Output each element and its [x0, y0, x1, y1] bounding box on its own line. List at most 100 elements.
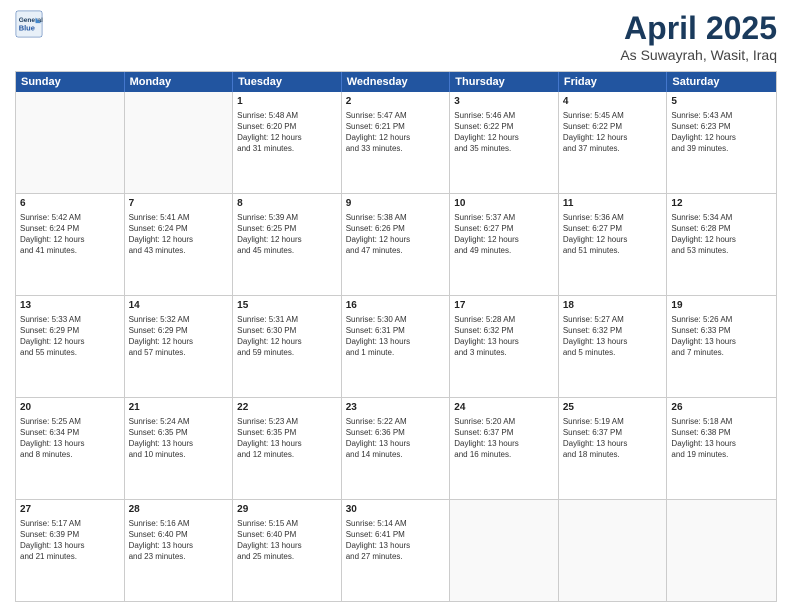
day-info: Sunrise: 5:20 AM Sunset: 6:37 PM Dayligh… [454, 416, 554, 461]
calendar-cell: 25Sunrise: 5:19 AM Sunset: 6:37 PM Dayli… [559, 398, 668, 499]
calendar-cell: 12Sunrise: 5:34 AM Sunset: 6:28 PM Dayli… [667, 194, 776, 295]
calendar-week: 13Sunrise: 5:33 AM Sunset: 6:29 PM Dayli… [16, 296, 776, 398]
day-info: Sunrise: 5:23 AM Sunset: 6:35 PM Dayligh… [237, 416, 337, 461]
calendar-cell-empty [450, 500, 559, 601]
day-info: Sunrise: 5:32 AM Sunset: 6:29 PM Dayligh… [129, 314, 229, 359]
main-title: April 2025 [620, 10, 777, 47]
calendar-cell: 10Sunrise: 5:37 AM Sunset: 6:27 PM Dayli… [450, 194, 559, 295]
calendar-header-cell: Tuesday [233, 72, 342, 92]
day-number: 25 [563, 401, 663, 415]
calendar-cell: 20Sunrise: 5:25 AM Sunset: 6:34 PM Dayli… [16, 398, 125, 499]
title-block: April 2025 As Suwayrah, Wasit, Iraq [620, 10, 777, 63]
calendar-cell: 19Sunrise: 5:26 AM Sunset: 6:33 PM Dayli… [667, 296, 776, 397]
svg-text:Blue: Blue [19, 24, 35, 33]
day-number: 26 [671, 401, 772, 415]
day-info: Sunrise: 5:41 AM Sunset: 6:24 PM Dayligh… [129, 212, 229, 257]
day-info: Sunrise: 5:33 AM Sunset: 6:29 PM Dayligh… [20, 314, 120, 359]
day-info: Sunrise: 5:18 AM Sunset: 6:38 PM Dayligh… [671, 416, 772, 461]
calendar-cell: 18Sunrise: 5:27 AM Sunset: 6:32 PM Dayli… [559, 296, 668, 397]
day-number: 17 [454, 299, 554, 313]
day-number: 4 [563, 95, 663, 109]
day-info: Sunrise: 5:34 AM Sunset: 6:28 PM Dayligh… [671, 212, 772, 257]
calendar-header-cell: Thursday [450, 72, 559, 92]
day-number: 6 [20, 197, 120, 211]
day-number: 24 [454, 401, 554, 415]
calendar-header-cell: Wednesday [342, 72, 451, 92]
day-number: 21 [129, 401, 229, 415]
calendar-cell: 21Sunrise: 5:24 AM Sunset: 6:35 PM Dayli… [125, 398, 234, 499]
day-info: Sunrise: 5:30 AM Sunset: 6:31 PM Dayligh… [346, 314, 446, 359]
calendar-cell: 24Sunrise: 5:20 AM Sunset: 6:37 PM Dayli… [450, 398, 559, 499]
day-info: Sunrise: 5:25 AM Sunset: 6:34 PM Dayligh… [20, 416, 120, 461]
calendar-cell: 7Sunrise: 5:41 AM Sunset: 6:24 PM Daylig… [125, 194, 234, 295]
day-info: Sunrise: 5:36 AM Sunset: 6:27 PM Dayligh… [563, 212, 663, 257]
calendar-header-cell: Saturday [667, 72, 776, 92]
day-info: Sunrise: 5:46 AM Sunset: 6:22 PM Dayligh… [454, 110, 554, 155]
day-number: 19 [671, 299, 772, 313]
day-number: 2 [346, 95, 446, 109]
day-number: 27 [20, 503, 120, 517]
calendar-cell: 16Sunrise: 5:30 AM Sunset: 6:31 PM Dayli… [342, 296, 451, 397]
day-number: 30 [346, 503, 446, 517]
day-info: Sunrise: 5:42 AM Sunset: 6:24 PM Dayligh… [20, 212, 120, 257]
day-number: 23 [346, 401, 446, 415]
day-number: 5 [671, 95, 772, 109]
calendar-cell: 14Sunrise: 5:32 AM Sunset: 6:29 PM Dayli… [125, 296, 234, 397]
calendar-body: 1Sunrise: 5:48 AM Sunset: 6:20 PM Daylig… [16, 92, 776, 601]
calendar-cell: 28Sunrise: 5:16 AM Sunset: 6:40 PM Dayli… [125, 500, 234, 601]
calendar-cell-empty [125, 92, 234, 193]
day-number: 20 [20, 401, 120, 415]
calendar-cell-empty [16, 92, 125, 193]
calendar-cell: 26Sunrise: 5:18 AM Sunset: 6:38 PM Dayli… [667, 398, 776, 499]
calendar-cell: 3Sunrise: 5:46 AM Sunset: 6:22 PM Daylig… [450, 92, 559, 193]
calendar-cell: 9Sunrise: 5:38 AM Sunset: 6:26 PM Daylig… [342, 194, 451, 295]
calendar-cell: 30Sunrise: 5:14 AM Sunset: 6:41 PM Dayli… [342, 500, 451, 601]
day-info: Sunrise: 5:27 AM Sunset: 6:32 PM Dayligh… [563, 314, 663, 359]
calendar-cell: 5Sunrise: 5:43 AM Sunset: 6:23 PM Daylig… [667, 92, 776, 193]
day-info: Sunrise: 5:19 AM Sunset: 6:37 PM Dayligh… [563, 416, 663, 461]
day-number: 12 [671, 197, 772, 211]
header: General Blue April 2025 As Suwayrah, Was… [15, 10, 777, 63]
day-number: 10 [454, 197, 554, 211]
day-info: Sunrise: 5:14 AM Sunset: 6:41 PM Dayligh… [346, 518, 446, 563]
calendar-cell: 2Sunrise: 5:47 AM Sunset: 6:21 PM Daylig… [342, 92, 451, 193]
day-info: Sunrise: 5:26 AM Sunset: 6:33 PM Dayligh… [671, 314, 772, 359]
day-number: 9 [346, 197, 446, 211]
day-number: 18 [563, 299, 663, 313]
day-info: Sunrise: 5:39 AM Sunset: 6:25 PM Dayligh… [237, 212, 337, 257]
day-number: 22 [237, 401, 337, 415]
calendar: SundayMondayTuesdayWednesdayThursdayFrid… [15, 71, 777, 602]
day-number: 29 [237, 503, 337, 517]
day-number: 14 [129, 299, 229, 313]
calendar-cell: 15Sunrise: 5:31 AM Sunset: 6:30 PM Dayli… [233, 296, 342, 397]
day-info: Sunrise: 5:22 AM Sunset: 6:36 PM Dayligh… [346, 416, 446, 461]
day-number: 7 [129, 197, 229, 211]
calendar-cell: 11Sunrise: 5:36 AM Sunset: 6:27 PM Dayli… [559, 194, 668, 295]
calendar-cell: 6Sunrise: 5:42 AM Sunset: 6:24 PM Daylig… [16, 194, 125, 295]
day-number: 3 [454, 95, 554, 109]
calendar-cell: 22Sunrise: 5:23 AM Sunset: 6:35 PM Dayli… [233, 398, 342, 499]
calendar-week: 1Sunrise: 5:48 AM Sunset: 6:20 PM Daylig… [16, 92, 776, 194]
calendar-cell: 4Sunrise: 5:45 AM Sunset: 6:22 PM Daylig… [559, 92, 668, 193]
calendar-header: SundayMondayTuesdayWednesdayThursdayFrid… [16, 72, 776, 92]
calendar-header-cell: Monday [125, 72, 234, 92]
calendar-cell: 13Sunrise: 5:33 AM Sunset: 6:29 PM Dayli… [16, 296, 125, 397]
day-info: Sunrise: 5:48 AM Sunset: 6:20 PM Dayligh… [237, 110, 337, 155]
day-info: Sunrise: 5:45 AM Sunset: 6:22 PM Dayligh… [563, 110, 663, 155]
calendar-header-cell: Sunday [16, 72, 125, 92]
day-number: 15 [237, 299, 337, 313]
calendar-cell-empty [667, 500, 776, 601]
calendar-cell: 1Sunrise: 5:48 AM Sunset: 6:20 PM Daylig… [233, 92, 342, 193]
day-number: 11 [563, 197, 663, 211]
day-info: Sunrise: 5:43 AM Sunset: 6:23 PM Dayligh… [671, 110, 772, 155]
calendar-week: 6Sunrise: 5:42 AM Sunset: 6:24 PM Daylig… [16, 194, 776, 296]
day-info: Sunrise: 5:31 AM Sunset: 6:30 PM Dayligh… [237, 314, 337, 359]
day-info: Sunrise: 5:15 AM Sunset: 6:40 PM Dayligh… [237, 518, 337, 563]
day-info: Sunrise: 5:17 AM Sunset: 6:39 PM Dayligh… [20, 518, 120, 563]
calendar-cell: 27Sunrise: 5:17 AM Sunset: 6:39 PM Dayli… [16, 500, 125, 601]
day-info: Sunrise: 5:47 AM Sunset: 6:21 PM Dayligh… [346, 110, 446, 155]
day-number: 28 [129, 503, 229, 517]
calendar-cell-empty [559, 500, 668, 601]
day-number: 16 [346, 299, 446, 313]
calendar-week: 27Sunrise: 5:17 AM Sunset: 6:39 PM Dayli… [16, 500, 776, 601]
